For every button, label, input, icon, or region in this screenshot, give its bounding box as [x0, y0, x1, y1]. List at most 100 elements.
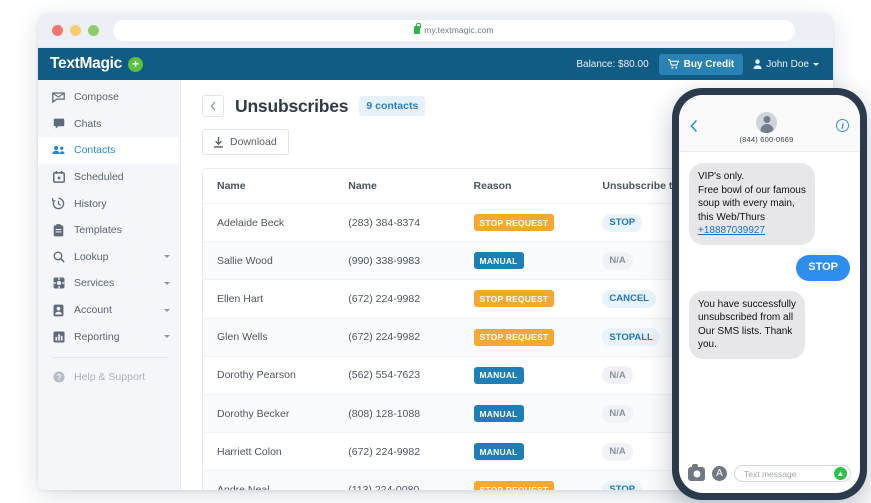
message-bubble-outgoing: STOP: [796, 255, 850, 281]
unsubscribe-text-badge: STOPALL: [602, 328, 659, 346]
message-line: VIP's only.: [698, 170, 806, 184]
message-line: Our SMS lists. Thank: [698, 325, 796, 339]
sidebar-item-templates[interactable]: Templates: [38, 217, 180, 244]
chat-icon: [52, 117, 65, 130]
cell-reason: STOP REQUEST: [460, 280, 589, 318]
sidebar-item-lookup[interactable]: Lookup: [38, 244, 180, 271]
address-bar[interactable]: my.textmagic.com: [113, 20, 795, 41]
contacts-icon: [52, 144, 65, 157]
sidebar-item-label: Reporting: [74, 331, 120, 343]
cell-reason: MANUAL: [460, 433, 589, 471]
sidebar-item-label: Lookup: [74, 251, 108, 263]
question-icon: ?: [52, 371, 65, 384]
brand-logo[interactable]: TextMagic +: [50, 55, 143, 73]
chevron-down-icon: [164, 309, 170, 312]
contact-number: (844) 600-0669: [697, 135, 836, 144]
buy-credit-button[interactable]: Buy Credit: [659, 54, 744, 75]
buy-credit-label: Buy Credit: [684, 59, 735, 70]
unsubscribe-text-badge: STOP: [602, 214, 642, 232]
message-bubble-incoming: You have successfullyunsubscribed from a…: [689, 291, 805, 359]
cell-name: Glen Wells: [203, 318, 334, 356]
maximize-window-button[interactable]: [88, 25, 99, 36]
reason-badge: STOP REQUEST: [474, 481, 555, 490]
sidebar-item-services[interactable]: Services: [38, 270, 180, 297]
screenshot-root: my.textmagic.com TextMagic + Balance: $8…: [0, 0, 871, 503]
sidebar-item-label: Services: [74, 277, 114, 289]
download-button[interactable]: Download: [202, 129, 289, 155]
cell-reason: MANUAL: [460, 394, 589, 432]
avatar-icon: [756, 112, 777, 133]
url-text: my.textmagic.com: [424, 25, 493, 35]
window-controls: [52, 25, 99, 36]
cell-reason: MANUAL: [460, 356, 589, 394]
column-header-name[interactable]: Name: [203, 169, 334, 204]
chevron-down-icon: [813, 63, 819, 66]
message-line: you.: [698, 338, 796, 352]
reason-badge: MANUAL: [474, 252, 524, 269]
reason-badge: MANUAL: [474, 443, 524, 460]
close-window-button[interactable]: [52, 25, 63, 36]
info-icon[interactable]: i: [836, 119, 849, 132]
chevron-down-icon: [164, 335, 170, 338]
sidebar-item-account[interactable]: Account: [38, 297, 180, 324]
reason-badge: STOP REQUEST: [474, 329, 555, 346]
message-phone-link[interactable]: +18887039927: [698, 225, 765, 236]
sidebar-item-chats[interactable]: Chats: [38, 111, 180, 138]
sidebar-item-label: Chats: [74, 118, 101, 130]
cell-phone: (283) 384-8374: [334, 204, 459, 242]
sidebar-item-contacts[interactable]: Contacts: [38, 137, 180, 164]
conversation-contact[interactable]: (844) 600-0669: [697, 112, 836, 144]
message-line: unsubscribed from all: [698, 311, 796, 325]
message-line: Free bowl of our famous: [698, 184, 806, 198]
cell-name: Andre Neal: [203, 471, 334, 490]
sidebar-item-label: Help & Support: [74, 371, 145, 383]
column-header-phone[interactable]: Name: [334, 169, 459, 204]
clipboard-icon: [52, 224, 65, 237]
sidebar-item-scheduled[interactable]: Scheduled: [38, 164, 180, 191]
plus-icon: +: [128, 57, 143, 72]
minimize-window-button[interactable]: [70, 25, 81, 36]
message-input[interactable]: Text message ▲: [734, 465, 851, 482]
sidebar-item-reporting[interactable]: Reporting: [38, 323, 180, 350]
cart-icon: [668, 59, 679, 69]
chevron-left-icon: [210, 101, 216, 111]
sidebar-item-history[interactable]: History: [38, 190, 180, 217]
chevron-left-icon: [690, 120, 697, 132]
camera-icon[interactable]: [688, 467, 705, 481]
page-title: Unsubscribes: [235, 96, 348, 117]
message-composer: A Text message ▲: [679, 458, 860, 493]
messages-back-button[interactable]: [690, 120, 697, 135]
reason-badge: STOP REQUEST: [474, 214, 555, 231]
cell-name: Adelaide Beck: [203, 204, 334, 242]
send-arrow-icon[interactable]: ▲: [834, 467, 847, 480]
sidebar-item-label: Compose: [74, 91, 119, 103]
balance-label: Balance: $80.00: [576, 59, 648, 70]
phone-mockup: (844) 600-0669 i VIP's only.Free bowl of…: [672, 88, 867, 500]
top-nav-right: Balance: $80.00 Buy Credit John Doe: [576, 54, 819, 75]
search-icon: [52, 250, 65, 263]
cell-reason: STOP REQUEST: [460, 318, 589, 356]
unsubscribe-text-badge: N/A: [602, 405, 632, 423]
cell-reason: STOP REQUEST: [460, 471, 589, 490]
history-icon: [52, 197, 65, 210]
calendar-icon: [52, 171, 65, 184]
message-input-placeholder: Text message: [744, 469, 834, 479]
lock-icon: [414, 26, 420, 34]
message-line: STOP: [808, 261, 838, 275]
sidebar-item-label: Account: [74, 304, 112, 316]
appstore-icon[interactable]: A: [712, 466, 727, 481]
message-line: You have successfully: [698, 298, 796, 312]
cell-phone: (562) 554-7623: [334, 356, 459, 394]
sidebar-item-label: Templates: [74, 224, 122, 236]
reason-badge: MANUAL: [474, 367, 524, 384]
user-icon: [753, 59, 762, 69]
user-menu[interactable]: John Doe: [753, 59, 819, 70]
column-header-reason[interactable]: Reason: [460, 169, 589, 204]
contacts-count-badge: 9 contacts: [359, 96, 425, 116]
back-button[interactable]: [202, 95, 224, 117]
chevron-down-icon: [164, 255, 170, 258]
sidebar-item-compose[interactable]: Compose: [38, 84, 180, 111]
unsubscribe-text-badge: STOP: [602, 481, 642, 490]
reason-badge: STOP REQUEST: [474, 290, 555, 307]
sidebar-item-help-support[interactable]: ? Help & Support: [38, 364, 180, 391]
